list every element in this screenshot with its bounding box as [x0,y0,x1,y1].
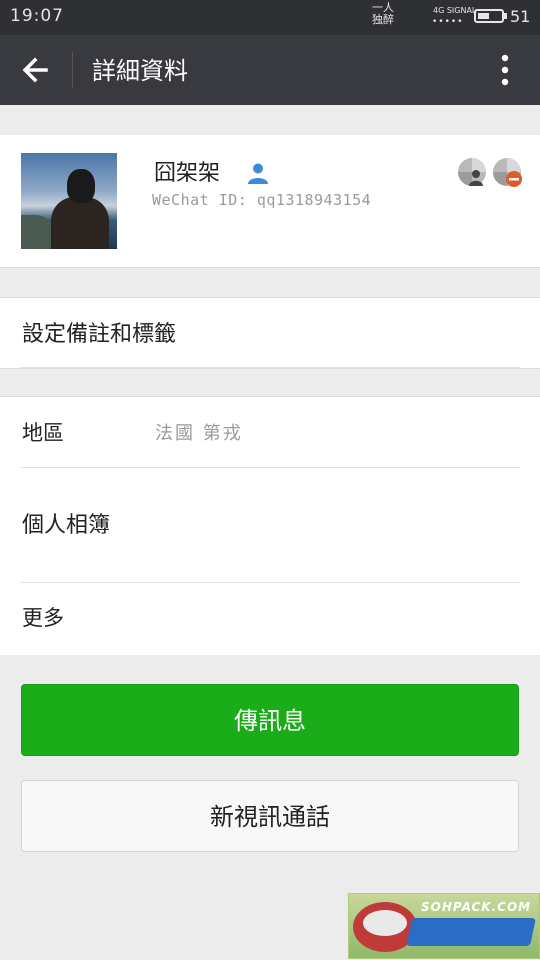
profile-card: 囧架架 WeChat ID: qq1318943154 [0,135,540,268]
video-call-button[interactable]: 新視訊通話 [21,780,519,852]
page-title: 詳細資料 [92,57,188,85]
album-label: 個人相簿 [22,513,111,538]
wechat-id: WeChat ID: qq1318943154 [152,191,372,209]
avatar[interactable] [21,153,117,249]
remarks-label: 設定備註和標籤 [22,322,177,347]
status-carrier: 一人 独醉 [372,2,394,26]
arrow-left-icon [22,57,48,83]
watermark-banner [406,918,536,946]
status-bar: 19:07 一人 独醉 4G SIGNAL ••••• 51 [0,0,540,35]
more-label: 更多 [22,606,64,630]
carrier-line-2: 独醉 [372,13,394,26]
info-card: 地區 法國 第戎 個人相簿 更多 [0,396,540,655]
region-row: 地區 法國 第戎 [0,397,540,468]
more-options-button[interactable] [490,50,520,90]
person-icon [248,163,268,184]
remarks-divider [20,367,520,368]
watermark-swirl-inner [363,910,407,936]
more-info-row[interactable]: 更多 [0,582,540,655]
avatar-figure-head [67,169,95,203]
status-time: 19:07 [10,6,64,26]
region-value: 法國 第戎 [155,423,243,444]
watermark-logo: SOHPACK.COM [348,893,540,959]
remove-contact-icon[interactable] [492,157,524,189]
send-message-button[interactable]: 傳訊息 [21,684,519,756]
battery-tip [504,13,507,19]
battery-icon [474,9,504,23]
battery-fill [478,13,489,19]
avatar-figure [51,197,109,249]
more-vertical-icon [501,54,509,86]
title-divider [72,52,73,88]
add-to-contacts-icon[interactable] [457,157,487,187]
back-button[interactable] [16,50,56,90]
network-type: 4G SIGNAL [433,6,477,15]
region-label: 地區 [22,421,64,445]
set-remarks-and-tags-row[interactable]: 設定備註和標籤 [0,297,540,369]
personal-album-row[interactable]: 個人相簿 [0,467,540,583]
nickname: 囧架架 [154,161,221,186]
battery-level: 51 [510,7,531,26]
title-bar: 詳細資料 [0,35,540,105]
signal-strength-icon: ••••• [432,17,464,27]
watermark-text: SOHPACK.COM [421,900,532,914]
